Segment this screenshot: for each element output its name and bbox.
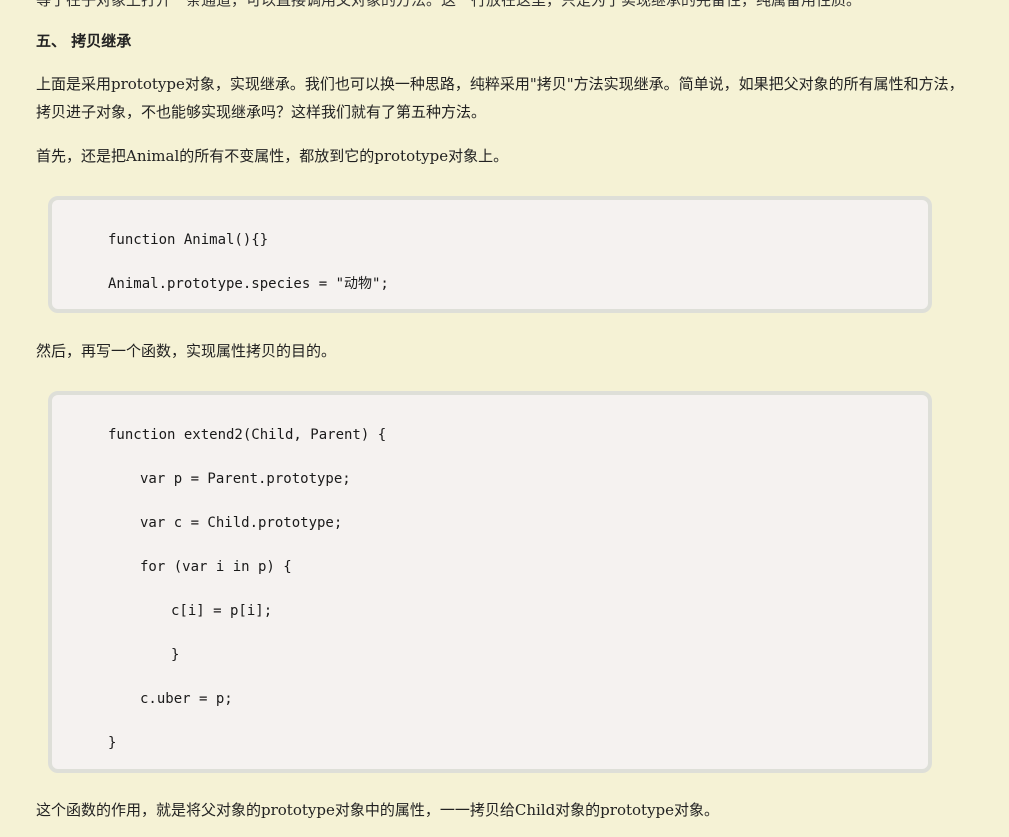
paragraph-extend-function: 然后，再写一个函数，实现属性拷贝的目的。 xyxy=(36,342,337,360)
code-line: } xyxy=(108,735,117,751)
paragraph-animal-prototype: 首先，还是把Animal的所有不变属性，都放到它的prototype对象上。 xyxy=(36,147,509,165)
paragraph-function-purpose: 这个函数的作用，就是将父对象的prototype对象中的属性，一一拷贝给Chil… xyxy=(36,801,720,819)
code-line: function Animal(){} xyxy=(108,232,269,248)
paragraph-intro: 上面是采用prototype对象，实现继承。我们也可以换一种思路，纯粹采用"拷贝… xyxy=(36,75,964,121)
section-heading: 五、 拷贝继承 xyxy=(36,32,132,50)
code-line: var p = Parent.prototype; xyxy=(140,471,351,487)
code-line: function extend2(Child, Parent) { xyxy=(108,427,387,443)
code-line: c.uber = p; xyxy=(140,691,233,707)
code-block-animal: function Animal(){} Animal.prototype.spe… xyxy=(48,196,932,313)
code-line: } xyxy=(171,647,180,663)
code-line: var c = Child.prototype; xyxy=(140,515,343,531)
code-line: c[i] = p[i]; xyxy=(171,603,273,619)
article-page: 等于在子对象上打开一条通道，可以直接调用父对象的方法。这一行放在这里，只是为了实… xyxy=(0,0,1009,837)
code-line: Animal.prototype.species = "动物"; xyxy=(108,276,389,292)
code-block-extend2: function extend2(Child, Parent) { var p … xyxy=(48,391,932,773)
code-line: for (var i in p) { xyxy=(140,559,292,575)
truncated-paragraph: 等于在子对象上打开一条通道，可以直接调用父对象的方法。这一行放在这里，只是为了实… xyxy=(36,0,862,9)
